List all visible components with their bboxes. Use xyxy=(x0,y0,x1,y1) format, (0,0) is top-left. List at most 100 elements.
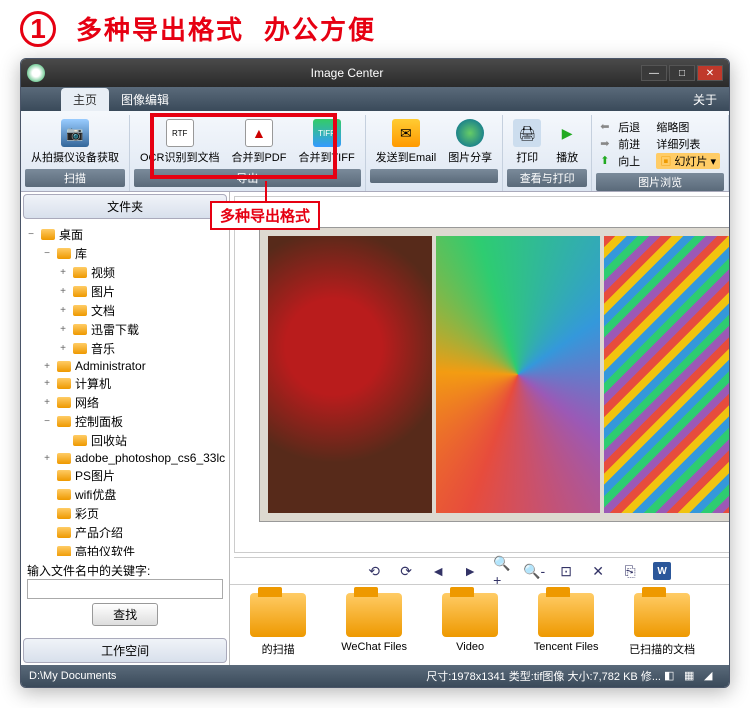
ocr-button[interactable]: RTF OCR识别到文档 xyxy=(134,117,225,167)
search-button[interactable]: 查找 xyxy=(92,603,158,626)
expand-icon[interactable] xyxy=(41,489,53,500)
tree-item[interactable]: 彩页 xyxy=(25,504,225,523)
expand-icon[interactable] xyxy=(41,546,53,556)
ribbon-group-view: 🖨 打印 ▶ 播放 查看与打印 xyxy=(503,115,592,191)
view-slideshow[interactable]: ▣ 幻灯片 ▾ xyxy=(656,153,720,169)
share-button[interactable]: 图片分享 xyxy=(442,117,498,167)
expand-icon[interactable] xyxy=(41,527,53,538)
search-label: 输入文件名中的关键字: xyxy=(27,562,223,579)
tree-item[interactable]: −桌面 xyxy=(25,225,225,244)
expand-icon[interactable]: + xyxy=(41,361,53,372)
tree-item[interactable]: +Administrator xyxy=(25,358,225,374)
tree-item[interactable]: +迅雷下载 xyxy=(25,320,225,339)
maximize-button[interactable]: □ xyxy=(669,65,695,81)
tree-item[interactable]: +文档 xyxy=(25,301,225,320)
up-icon: ⬆ xyxy=(600,154,614,168)
expand-icon[interactable]: + xyxy=(41,378,53,389)
fit-icon[interactable]: ⊡ xyxy=(557,562,575,580)
cp-icon xyxy=(56,415,72,429)
tree-item[interactable]: +计算机 xyxy=(25,374,225,393)
tree-item[interactable]: +图片 xyxy=(25,282,225,301)
word-icon[interactable]: W xyxy=(653,562,671,580)
ocr-icon: RTF xyxy=(166,119,194,147)
expand-icon[interactable] xyxy=(41,470,53,481)
tree-item[interactable]: +音乐 xyxy=(25,339,225,358)
delete-icon[interactable]: ✕ xyxy=(589,562,607,580)
tree-item[interactable]: +视频 xyxy=(25,263,225,282)
folder-thumb[interactable]: Nimc xyxy=(718,593,729,657)
folder-icon xyxy=(56,545,72,557)
pic-icon xyxy=(72,285,88,299)
expand-icon[interactable]: + xyxy=(57,305,69,316)
expand-icon[interactable] xyxy=(41,508,53,519)
view-thumbs[interactable]: 缩略图 xyxy=(656,119,720,135)
folder-thumb[interactable]: 已扫描的文档 xyxy=(622,593,702,657)
expand-icon[interactable]: + xyxy=(57,324,69,335)
circled-number: 1 xyxy=(20,11,56,47)
tree-item[interactable]: 回收站 xyxy=(25,431,225,450)
tree-item[interactable]: +网络 xyxy=(25,393,225,412)
resize-grip-icon[interactable]: ◢ xyxy=(704,669,718,683)
tree-item[interactable]: −控制面板 xyxy=(25,412,225,431)
email-button[interactable]: ✉ 发送到Email xyxy=(370,117,443,167)
tab-home[interactable]: 主页 xyxy=(61,88,109,111)
tree-item[interactable]: −库 xyxy=(25,244,225,263)
image-preview[interactable] xyxy=(234,196,729,553)
tab-about[interactable]: 关于 xyxy=(681,88,729,111)
folder-thumb[interactable]: Video xyxy=(430,593,510,657)
minimize-button[interactable]: ― xyxy=(641,65,667,81)
next-icon[interactable]: ► xyxy=(461,562,479,580)
nav-forward[interactable]: ➡前进 xyxy=(600,136,640,152)
rotate-left-icon[interactable]: ⟲ xyxy=(365,562,383,580)
expand-icon[interactable] xyxy=(57,435,69,446)
folder-thumb[interactable]: WeChat Files xyxy=(334,593,414,657)
expand-icon[interactable]: − xyxy=(25,229,37,240)
expand-icon[interactable]: + xyxy=(57,343,69,354)
vid-icon xyxy=(72,266,88,280)
tree-item[interactable]: +adobe_photoshop_cs6_33lc xyxy=(25,450,225,466)
view-details[interactable]: 详细列表 xyxy=(656,136,720,152)
expand-icon[interactable]: + xyxy=(57,267,69,278)
nav-up[interactable]: ⬆向上 xyxy=(600,153,640,169)
folders-panel-header[interactable]: 文件夹 xyxy=(23,194,227,219)
capture-button[interactable]: 📷 从拍摄仪设备获取 xyxy=(25,117,125,167)
callout-label: 多种导出格式 xyxy=(210,201,320,230)
folder-thumb[interactable]: Tencent Files xyxy=(526,593,606,657)
app-window: Image Center ― □ ✕ 主页 图像编辑 关于 📷 从拍摄仪设备获取… xyxy=(20,58,730,688)
merge-tiff-button[interactable]: TIFF 合并到TIFF xyxy=(292,117,360,167)
close-button[interactable]: ✕ xyxy=(697,65,723,81)
status-icon[interactable]: ▦ xyxy=(684,669,698,683)
folder-icon xyxy=(56,469,72,483)
dl-icon xyxy=(72,323,88,337)
expand-icon[interactable]: − xyxy=(41,416,53,427)
expand-icon[interactable]: + xyxy=(41,397,53,408)
tree-item[interactable]: 产品介绍 xyxy=(25,523,225,542)
expand-icon[interactable]: + xyxy=(41,453,53,464)
status-icon[interactable]: ◧ xyxy=(664,669,678,683)
nav-back[interactable]: ⬅后退 xyxy=(600,119,640,135)
zoom-out-icon[interactable]: 🔍- xyxy=(525,562,543,580)
zoom-in-icon[interactable]: 🔍+ xyxy=(493,562,511,580)
tree-item[interactable]: PS图片 xyxy=(25,466,225,485)
copy-icon[interactable]: ⎘ xyxy=(621,562,639,580)
expand-icon[interactable]: − xyxy=(41,248,53,259)
merge-pdf-button[interactable]: ▲ 合并到PDF xyxy=(225,117,292,167)
folder-tree: −桌面−库+视频+图片+文档+迅雷下载+音乐+Administrator+计算机… xyxy=(21,221,229,556)
mus-icon xyxy=(72,342,88,356)
workspace-panel-header[interactable]: 工作空间 xyxy=(23,638,227,663)
folder-thumb[interactable]: 的扫描 xyxy=(238,593,318,657)
forward-icon: ➡ xyxy=(600,137,614,151)
rotate-right-icon[interactable]: ⟳ xyxy=(397,562,415,580)
folder-icon xyxy=(442,593,498,637)
search-input[interactable] xyxy=(27,579,223,599)
tree-item[interactable]: 高拍仪软件 xyxy=(25,542,225,556)
play-button[interactable]: ▶ 播放 xyxy=(547,117,587,167)
folder-icon xyxy=(634,593,690,637)
title-bar[interactable]: Image Center ― □ ✕ xyxy=(21,59,729,87)
main-area: 文件夹 −桌面−库+视频+图片+文档+迅雷下载+音乐+Administrator… xyxy=(21,192,729,665)
tree-item[interactable]: wifi优盘 xyxy=(25,485,225,504)
tab-image-edit[interactable]: 图像编辑 xyxy=(109,88,181,111)
prev-icon[interactable]: ◄ xyxy=(429,562,447,580)
expand-icon[interactable]: + xyxy=(57,286,69,297)
print-button[interactable]: 🖨 打印 xyxy=(507,117,547,167)
